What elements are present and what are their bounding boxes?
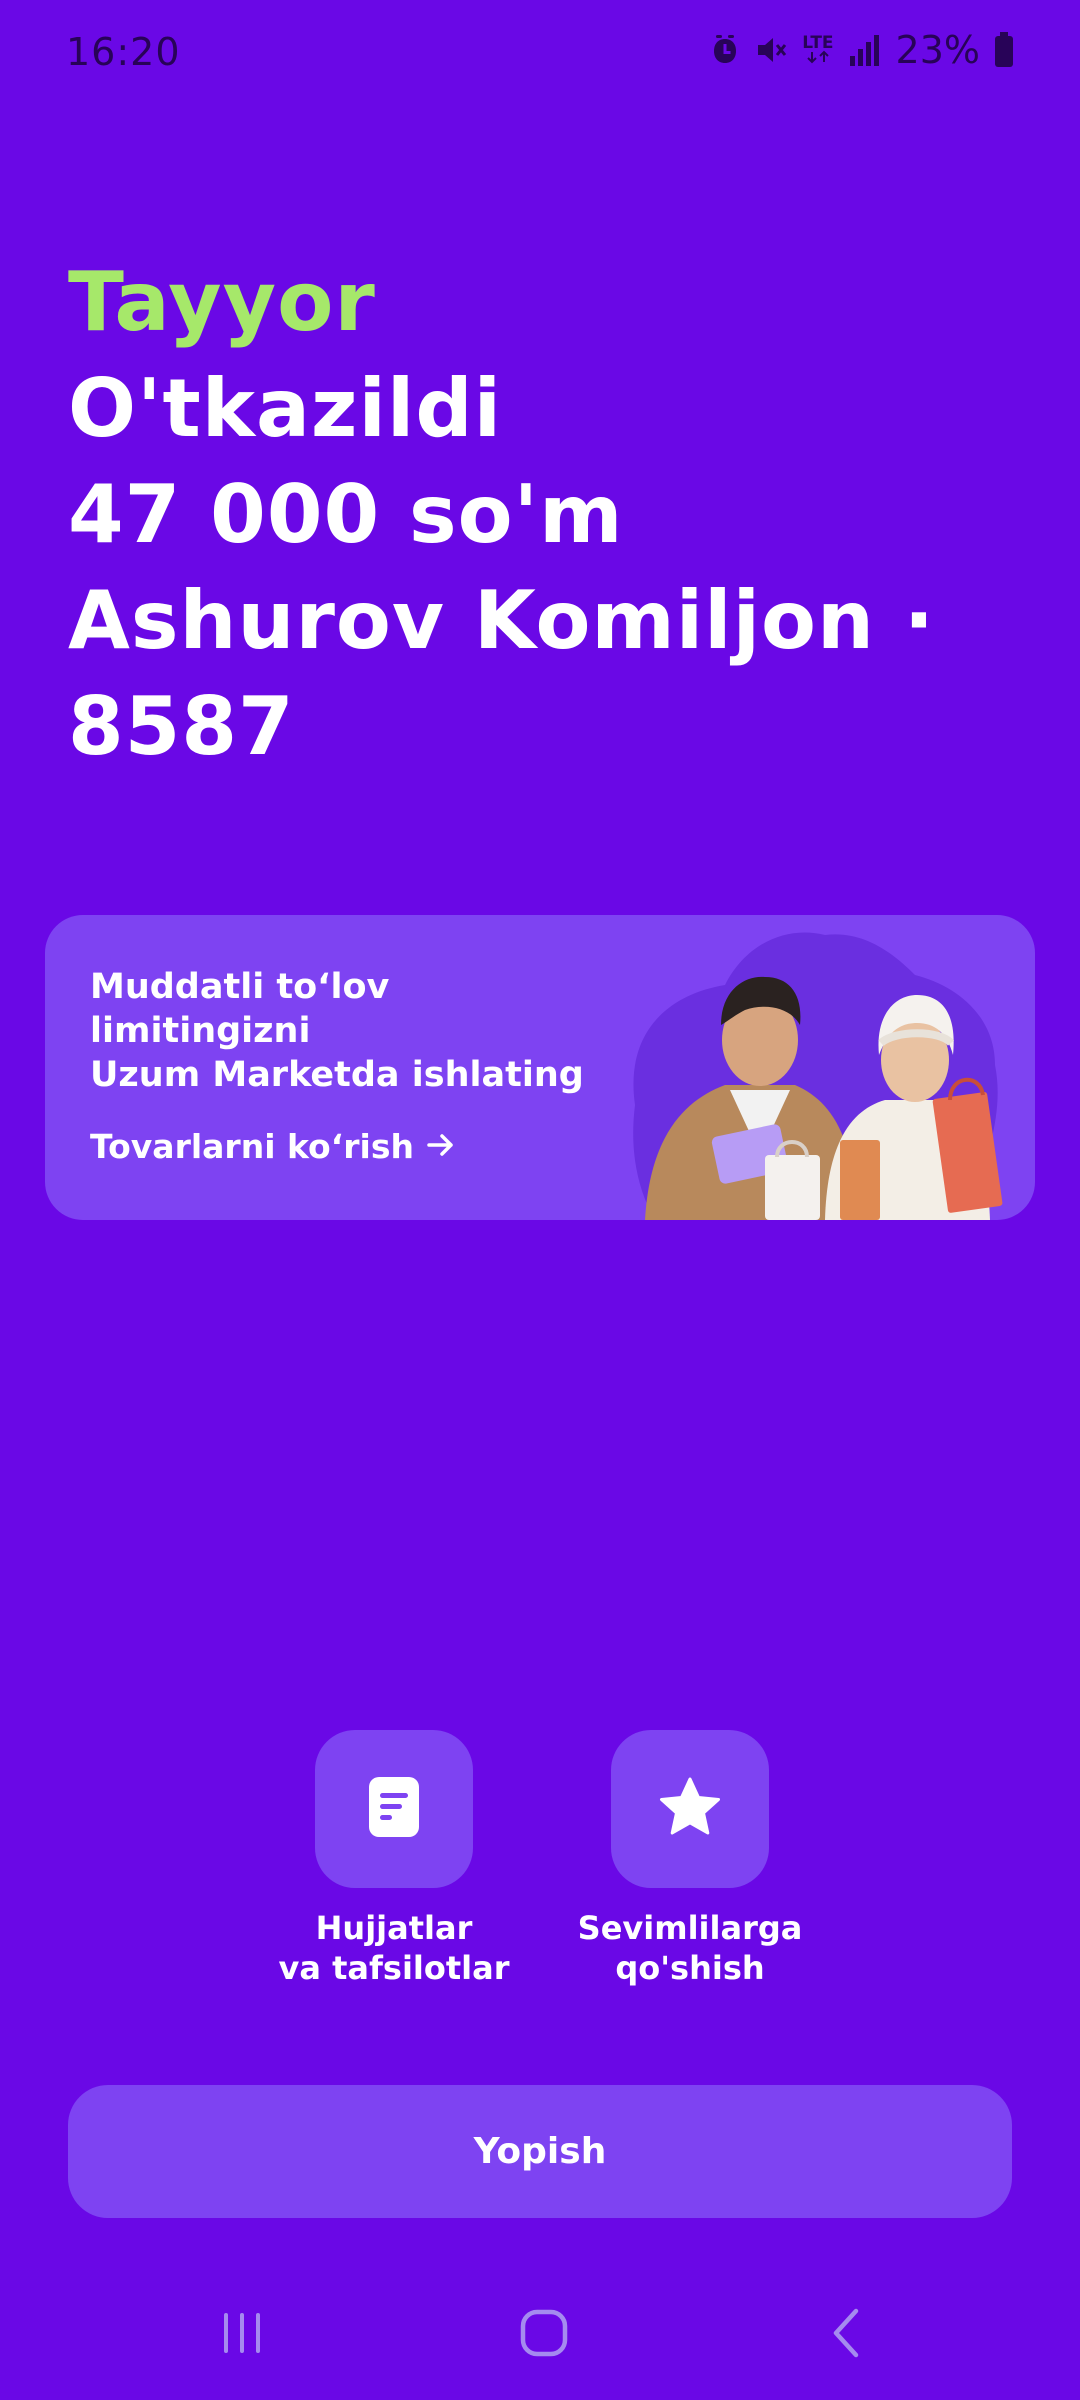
status-icons: LTE 23% <box>710 28 1014 72</box>
back-icon <box>824 2307 868 2363</box>
documents-label: Hujjatlar va tafsilotlar <box>244 1908 544 1988</box>
action-row: Hujjatlar va tafsilotlar Sevimlilarga qo… <box>0 1730 1080 2010</box>
promo-line: limitingizni <box>90 1011 311 1051</box>
close-button-label: Yopish <box>473 2131 607 2172</box>
recent-apps-icon <box>218 2309 266 2361</box>
promo-text: Muddatli to‘lov limitingizni Uzum Market… <box>90 965 650 1097</box>
alarm-icon <box>710 33 740 67</box>
promo-banner[interactable]: Muddatli to‘lov limitingizni Uzum Market… <box>45 915 1035 1220</box>
home-icon <box>518 2307 570 2363</box>
lte-icon: LTE <box>802 33 834 64</box>
star-icon <box>658 1776 722 1842</box>
documents-action[interactable]: Hujjatlar va tafsilotlar <box>244 1730 544 1988</box>
favorites-button[interactable] <box>611 1730 769 1888</box>
status-bar: 16:20 LTE 23% <box>0 0 1080 110</box>
status-time: 16:20 <box>66 30 181 74</box>
favorites-action[interactable]: Sevimlilarga qo'shish <box>540 1730 840 1988</box>
documents-button[interactable] <box>315 1730 473 1888</box>
favorites-label: Sevimlilarga qo'shish <box>540 1908 840 1988</box>
system-nav-bar <box>0 2280 1080 2390</box>
documents-label-line: va tafsilotlar <box>278 1949 510 1987</box>
favorites-label-line: Sevimlilarga <box>577 1909 803 1947</box>
promo-line: Muddatli to‘lov <box>90 967 390 1007</box>
promo-line: Uzum Marketda ishlating <box>90 1055 584 1095</box>
documents-label-line: Hujjatlar <box>315 1909 473 1947</box>
favorites-label-line: qo'shish <box>615 1949 765 1987</box>
close-button[interactable]: Yopish <box>68 2085 1012 2218</box>
transfer-title: O'tkazildi <box>68 362 503 455</box>
recent-apps-button[interactable] <box>202 2300 282 2370</box>
document-icon <box>367 1775 421 1843</box>
transfer-amount: 47 000 so'm <box>68 468 624 561</box>
recipient-name: Ashurov Komiljon · <box>68 574 936 667</box>
signal-icon <box>848 34 882 66</box>
promo-link[interactable]: Tovarlarni ko‘rish <box>90 1127 456 1166</box>
battery-percent: 23% <box>895 28 980 72</box>
status-label: Tayyor <box>68 255 376 350</box>
home-button[interactable] <box>504 2300 584 2370</box>
back-button[interactable] <box>806 2300 886 2370</box>
promo-illustration <box>595 915 1035 1220</box>
recipient-card: 8587 <box>68 680 295 773</box>
arrow-right-icon <box>426 1127 456 1166</box>
battery-icon <box>994 32 1014 68</box>
lte-label: LTE <box>802 33 834 53</box>
transfer-summary: Tayyor O'tkazildi 47 000 so'm Ashurov Ko… <box>68 250 1028 780</box>
promo-link-label: Tovarlarni ko‘rish <box>90 1127 414 1166</box>
mute-icon <box>754 33 788 67</box>
